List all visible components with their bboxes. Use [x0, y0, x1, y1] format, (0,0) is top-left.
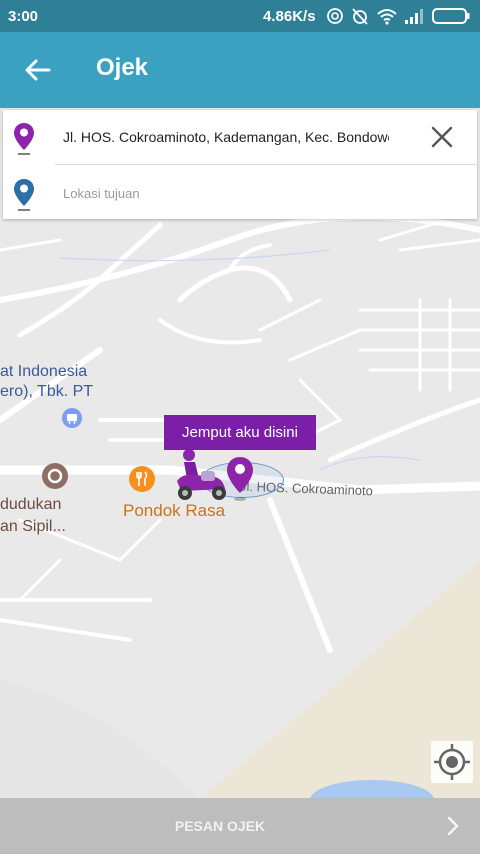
pickup-tooltip[interactable]: Jemput aku disini [164, 415, 316, 450]
order-ojek-bar[interactable]: PESAN OJEK [0, 798, 480, 854]
pickup-row [3, 110, 477, 164]
data-sync-icon [327, 8, 343, 24]
bus-stop-icon[interactable] [62, 408, 82, 428]
wifi-icon [377, 9, 397, 25]
map-label-kependudukan-line2: an Sipil... [0, 518, 66, 535]
page-title: Ojek [96, 54, 149, 81]
network-speed: 4.86K/s [263, 8, 316, 25]
status-time: 3:00 [8, 8, 39, 25]
map-label-pondok-rasa: Pondok Rasa [123, 501, 226, 520]
battery-icon [432, 8, 470, 24]
back-arrow-icon[interactable] [22, 54, 54, 86]
signal-icon [405, 9, 423, 24]
destination-row [3, 166, 477, 220]
pickup-location-pin-icon[interactable] [225, 455, 255, 503]
order-ojek-button[interactable]: PESAN OJEK [0, 798, 440, 854]
map-label-indonesia-line2: ero), Tbk. PT [0, 383, 94, 400]
map-view[interactable]: at Indonesia ero), Tbk. PT dudukan an Si… [0, 219, 480, 798]
app-bar: Ojek [0, 32, 480, 108]
my-location-icon [434, 744, 470, 780]
pickup-location-input[interactable] [63, 110, 389, 164]
map-label-indonesia-line1: at Indonesia [0, 363, 88, 380]
government-office-icon[interactable] [42, 463, 68, 489]
status-icons [326, 7, 470, 25]
my-location-button[interactable] [431, 741, 473, 783]
alarm-off-icon [352, 8, 368, 25]
chevron-right-icon [447, 816, 459, 836]
map-label-kependudukan-line1: dudukan [0, 496, 62, 513]
map-canvas [0, 219, 480, 798]
destination-input[interactable] [63, 166, 389, 220]
search-divider [55, 164, 477, 165]
route-search-card [3, 110, 477, 220]
ojek-motorbike-icon [177, 449, 226, 500]
clear-icon[interactable] [427, 122, 457, 152]
destination-pin-icon [14, 179, 34, 211]
status-bar: 3:00 4.86K/s [0, 0, 480, 32]
restaurant-icon[interactable] [129, 466, 155, 492]
pickup-pin-icon [14, 123, 34, 155]
